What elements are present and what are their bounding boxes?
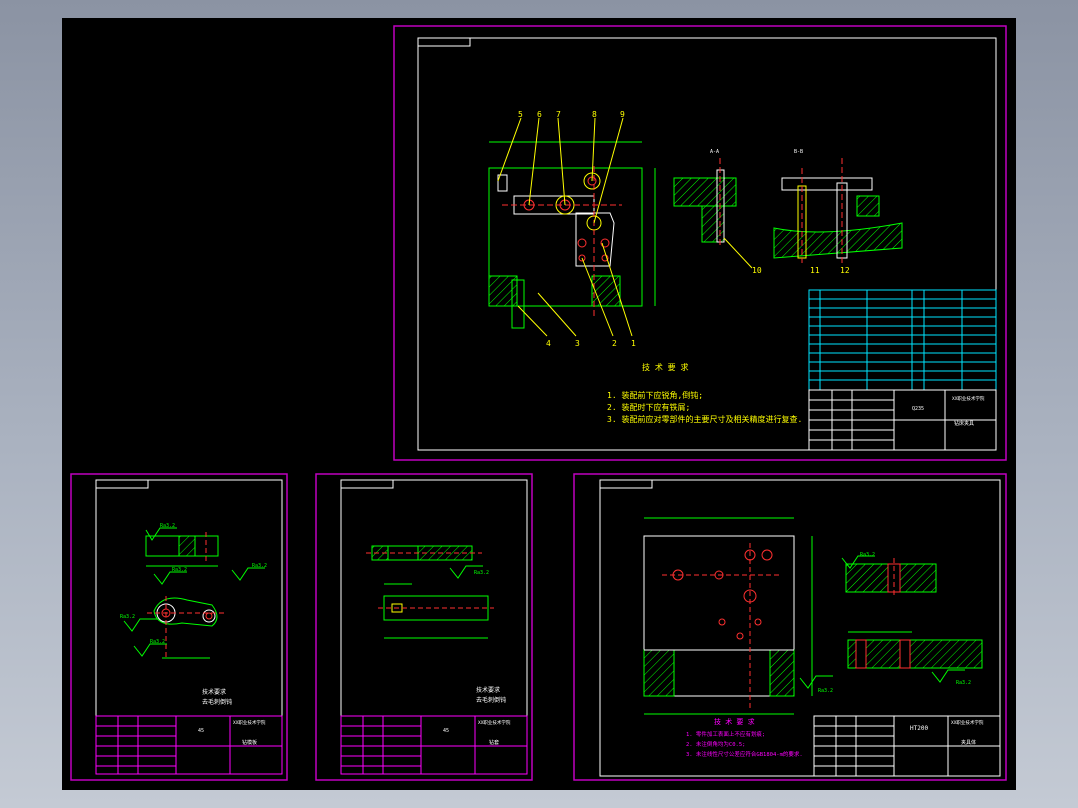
part1-tech-req-title: 技术要求 [202, 688, 226, 696]
part3-tech-req-2: 2. 未注倒角均为C0.5; [686, 740, 746, 748]
part1-corner-tab [95, 479, 149, 489]
part3-section-lower [847, 631, 983, 669]
part3-roughness-2: Ra3.2 [956, 680, 971, 686]
assembly-front-view [488, 141, 656, 329]
part1-roughness-5: Ra3.2 [150, 639, 165, 645]
balloon-1: 1 [631, 339, 636, 348]
assembly-tech-req-title: 技 术 要 求 [642, 362, 688, 372]
part2-drawing-name: 钻套 [489, 739, 499, 746]
part2-material: 45 [443, 728, 449, 734]
part-sheet-2[interactable]: Ra3.2 技术要求 去毛刺倒钝 XX职业技术学院 45 钻套 [315, 473, 533, 781]
balloon-4: 4 [546, 339, 551, 348]
part1-top-view [145, 532, 219, 567]
part3-tech-req-1: 1. 零件加工表面上不应有划痕; [686, 730, 765, 738]
cad-drawing-viewport[interactable]: 5 6 7 8 9 4 3 2 1 10 11 12 A-A B-B XX职业技… [62, 18, 1016, 790]
part3-roughness-3: Ra3.2 [818, 688, 833, 694]
assembly-tech-req-2: 2. 装配时下应有铁屑; [607, 402, 690, 412]
part2-tech-req-line: 去毛刺倒钝 [476, 696, 506, 704]
balloon-5: 5 [518, 110, 523, 119]
assembly-parts-list [808, 289, 997, 391]
balloon-10: 10 [752, 266, 762, 275]
balloon-9: 9 [620, 110, 625, 119]
part2-sheet-border [315, 473, 533, 781]
balloon-6: 6 [537, 110, 542, 119]
part1-roughness-3: Ra3.2 [252, 563, 267, 569]
part1-sheet-border [70, 473, 288, 781]
part-sheet-large[interactable]: Ra3.2 Ra3.2 Ra3.2 技 术 要 求 1. 零件加工表面上不应有划… [573, 473, 1007, 781]
part3-tech-req-title: 技 术 要 求 [714, 717, 755, 726]
part3-front-view [643, 517, 813, 715]
part2-section-view [366, 545, 482, 561]
assembly-sheet[interactable]: 5 6 7 8 9 4 3 2 1 10 11 12 A-A B-B XX职业技… [393, 25, 1007, 461]
part1-roughness-2: Ra3.2 [172, 567, 187, 573]
section-label-a: A-A [710, 149, 719, 155]
part3-drawing-name: 夹具体 [961, 739, 976, 746]
part2-roughness-1: Ra3.2 [474, 570, 489, 576]
part2-front-view [378, 583, 494, 639]
balloon-2: 2 [612, 339, 617, 348]
part1-tech-req-line: 去毛刺倒钝 [202, 698, 232, 706]
part2-corner-tab [340, 479, 394, 489]
part2-tech-req-title: 技术要求 [476, 686, 500, 694]
assembly-section-a: A-A [673, 149, 753, 269]
assembly-section-b: B-B [773, 149, 903, 263]
assembly-material: Q235 [912, 406, 924, 412]
part1-roughness-4: Ra3.2 [120, 614, 135, 620]
assembly-school: XX职业技术学院 [952, 395, 985, 402]
assembly-corner-tab [417, 37, 471, 47]
assembly-frame [417, 37, 997, 451]
balloon-7: 7 [556, 110, 561, 119]
part2-school: XX职业技术学院 [478, 719, 511, 726]
part2-frame [340, 479, 528, 775]
assembly-balloons: 5 6 7 8 9 4 3 2 1 10 11 12 [518, 110, 850, 348]
section-label-b: B-B [794, 149, 803, 155]
part3-frame [599, 479, 1001, 777]
assembly-drawing-name: 钻床夹具 [954, 420, 974, 427]
assembly-tech-req-1: 1. 装配前下应锐角,倒钝; [607, 390, 703, 400]
assembly-tech-req-3: 3. 装配前应对零部件的主要尺寸及相关精度进行复查. [607, 414, 802, 424]
part3-tech-req-3: 3. 未注线性尺寸公差应符合GB1804-m的要求. [686, 750, 803, 758]
part1-school: XX职业技术学院 [233, 719, 266, 726]
balloon-12: 12 [840, 266, 850, 275]
part1-frame [95, 479, 283, 775]
part1-roughness-1: Ra3.2 [160, 523, 175, 529]
part3-corner-tab [599, 479, 653, 489]
part3-roughness-1: Ra3.2 [860, 552, 875, 558]
part3-section-upper [845, 558, 937, 598]
part3-sheet-border [573, 473, 1007, 781]
part1-plan-view [147, 596, 224, 660]
part3-material: HT200 [910, 725, 928, 732]
balloon-3: 3 [575, 339, 580, 348]
part3-school: XX职业技术学院 [951, 719, 984, 726]
part-sheet-1[interactable]: Ra3.2 Ra3.2 Ra3.2 Ra3.2 Ra3.2 技术要求 去毛刺倒钝… [70, 473, 288, 781]
balloon-8: 8 [592, 110, 597, 119]
part1-drawing-name: 钻模板 [242, 739, 257, 746]
part1-material: 45 [198, 728, 204, 734]
balloon-11: 11 [810, 266, 820, 275]
